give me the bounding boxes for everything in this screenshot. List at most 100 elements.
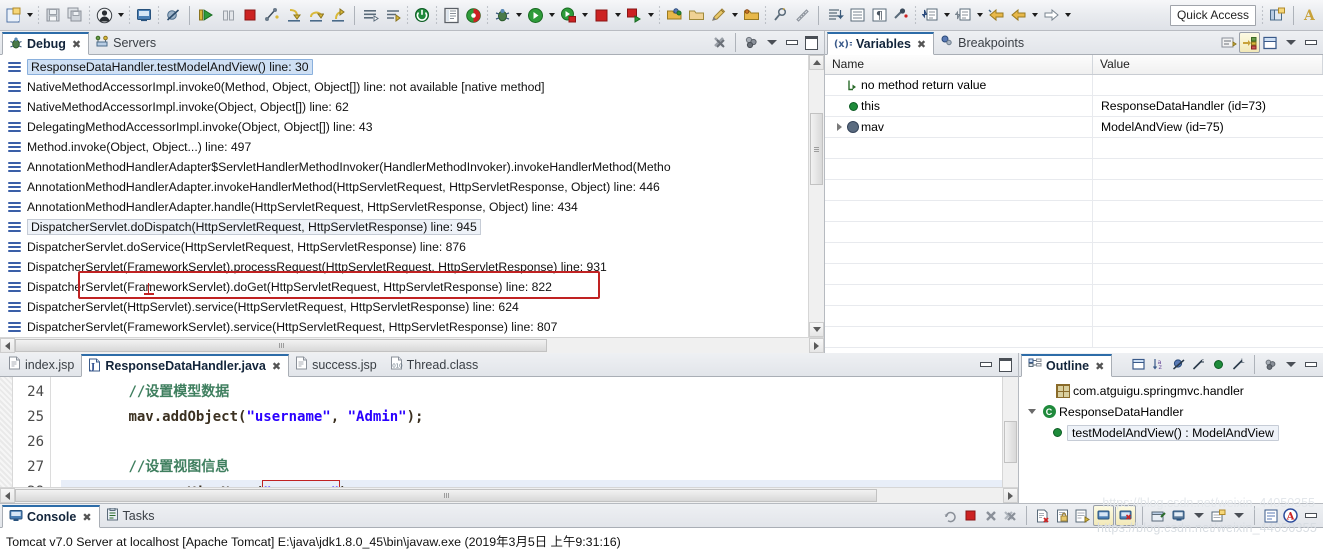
outline-item-package[interactable]: com.atguigu.springmvc.handler xyxy=(1019,380,1323,401)
minimize-icon[interactable] xyxy=(1301,355,1320,374)
tab-breakpoints[interactable]: Breakpoints xyxy=(934,31,1031,54)
tab-success-jsp[interactable]: success.jsp xyxy=(289,353,384,376)
stack-frames-list[interactable]: ResponseDataHandler.testModelAndView() l… xyxy=(0,55,808,337)
column-header-value[interactable]: Value xyxy=(1093,55,1323,74)
publish-dropdown-icon[interactable] xyxy=(645,4,656,26)
publish-icon[interactable] xyxy=(623,4,645,26)
open-folder-icon[interactable] xyxy=(685,4,707,26)
remove-all-launches-icon[interactable] xyxy=(1001,506,1020,525)
code-line[interactable]: //设置视图信息 xyxy=(61,455,1002,480)
next-edit-dropdown-icon[interactable] xyxy=(941,4,952,26)
skip-breakpoints-icon[interactable] xyxy=(162,4,184,26)
use-step-filters-icon[interactable] xyxy=(382,4,404,26)
ruler-icon[interactable] xyxy=(791,4,813,26)
show-detail-pane-icon[interactable] xyxy=(1261,33,1280,52)
tab-debug[interactable]: Debug ✖ xyxy=(2,32,90,55)
code-line[interactable] xyxy=(61,430,1002,455)
minimize-icon[interactable] xyxy=(1301,33,1320,52)
stack-frame-row[interactable]: AnnotationMethodHandlerAdapter.handle(Ht… xyxy=(0,197,808,217)
new-file-icon[interactable] xyxy=(2,4,24,26)
quick-access-input[interactable]: Quick Access xyxy=(1169,4,1256,26)
scroll-thumb[interactable] xyxy=(15,339,547,352)
remove-launch-icon[interactable] xyxy=(981,506,1000,525)
search-icon[interactable] xyxy=(769,4,791,26)
hide-static-icon[interactable]: s xyxy=(1189,355,1208,374)
forward-icon[interactable] xyxy=(1040,4,1062,26)
prev-list-icon[interactable] xyxy=(846,4,868,26)
next-edit-icon[interactable] xyxy=(919,4,941,26)
stack-frame-row[interactable]: DelegatingMethodAccessorImpl.invoke(Obje… xyxy=(0,117,808,137)
run-server-dropdown-icon[interactable] xyxy=(579,4,590,26)
stack-frame-row[interactable]: DispatcherServlet(FrameworkServlet).doGe… xyxy=(0,277,808,297)
stack-frame-row[interactable]: DispatcherServlet.doService(HttpServletR… xyxy=(0,237,808,257)
open-type-icon[interactable] xyxy=(663,4,685,26)
external-tools-icon[interactable] xyxy=(890,4,912,26)
view-options-icon[interactable] xyxy=(742,33,761,52)
scroll-thumb[interactable] xyxy=(810,113,823,185)
debug-tabstrip[interactable]: Debug ✖ Servers xyxy=(0,31,824,55)
tab-tasks[interactable]: Tasks xyxy=(100,504,162,527)
scroll-track[interactable] xyxy=(15,488,1003,503)
annotation-ruler[interactable] xyxy=(0,377,13,487)
terminal-icon[interactable] xyxy=(133,4,155,26)
tab-servers[interactable]: Servers xyxy=(89,31,163,54)
pilcrow-icon[interactable]: ¶ xyxy=(868,4,890,26)
minimize-icon[interactable] xyxy=(976,355,995,374)
maximize-icon[interactable] xyxy=(802,33,821,52)
stack-frame-row-dodispatch[interactable]: DispatcherServlet.doDispatch(HttpServlet… xyxy=(0,217,808,237)
next-annotation-icon[interactable] xyxy=(824,4,846,26)
tab-variables[interactable]: (x)= Variables ✖ xyxy=(827,32,935,55)
stack-frame-row[interactable]: DispatcherServlet(FrameworkServlet).serv… xyxy=(0,317,808,337)
java-perspective-icon[interactable]: A xyxy=(1299,4,1321,26)
stack-frame-row[interactable]: AnnotationMethodHandlerAdapter.invokeHan… xyxy=(0,177,808,197)
suspend-icon[interactable] xyxy=(217,4,239,26)
outline-tree[interactable]: com.atguigu.springmvc.handler C Response… xyxy=(1019,377,1323,443)
step-into-icon[interactable] xyxy=(283,4,305,26)
run-dropdown-icon[interactable] xyxy=(546,4,557,26)
step-return-icon[interactable] xyxy=(327,4,349,26)
tab-responsedatahandler-java[interactable]: J ResponseDataHandler.java ✖ xyxy=(81,354,290,377)
scroll-left-button[interactable] xyxy=(0,338,15,353)
forward-dropdown-icon[interactable] xyxy=(1062,4,1073,26)
view-menu-icon[interactable] xyxy=(1281,33,1300,52)
column-header-name[interactable]: Name xyxy=(825,55,1093,74)
main-toolbar[interactable]: ¶ Quick Access A xyxy=(0,0,1323,31)
clear-console-icon[interactable] xyxy=(1033,506,1052,525)
stack-frame-row[interactable]: Method.invoke(Object, Object...) line: 4… xyxy=(0,137,808,157)
stack-frame-row[interactable]: DispatcherServlet(HttpServlet).service(H… xyxy=(0,297,808,317)
hide-nonpublic-icon[interactable] xyxy=(1209,355,1228,374)
debug-horizontal-scrollbar[interactable] xyxy=(0,337,824,353)
terminate-icon[interactable] xyxy=(961,506,980,525)
tab-thread-class[interactable]: 010 Thread.class xyxy=(384,353,486,376)
stop-dropdown-icon[interactable] xyxy=(612,4,623,26)
resume-icon[interactable] xyxy=(195,4,217,26)
stack-frame-row[interactable]: NativeMethodAccessorImpl.invoke(Object, … xyxy=(0,97,808,117)
coverage-icon[interactable] xyxy=(462,4,484,26)
stack-frame-row[interactable]: ResponseDataHandler.testModelAndView() l… xyxy=(0,57,808,77)
sort-icon[interactable]: az xyxy=(1149,355,1168,374)
editor-horizontal-scrollbar[interactable] xyxy=(0,487,1018,503)
hide-local-types-icon[interactable]: L xyxy=(1229,355,1248,374)
stack-frame-row[interactable]: DispatcherServlet(FrameworkServlet).proc… xyxy=(0,257,808,277)
hide-fields-icon[interactable] xyxy=(1169,355,1188,374)
code-editor[interactable]: 24 25 26 27 28 //设置模型数据 mav.addObject("u… xyxy=(0,377,1018,487)
user-dropdown-icon[interactable] xyxy=(115,4,126,26)
back-dropdown-icon[interactable] xyxy=(1029,4,1040,26)
remove-all-terminated-icon[interactable] xyxy=(710,33,729,52)
collapse-all-icon[interactable] xyxy=(1129,355,1148,374)
variables-tabstrip[interactable]: (x)= Variables ✖ Breakpoints xyxy=(825,31,1323,55)
tab-console[interactable]: Console ✖ xyxy=(2,505,100,528)
stack-frame-row[interactable]: NativeMethodAccessorImpl.invoke0(Method,… xyxy=(0,77,808,97)
focus-icon[interactable] xyxy=(1261,355,1280,374)
disconnect-icon[interactable] xyxy=(261,4,283,26)
scroll-right-button[interactable] xyxy=(809,338,824,353)
relaunch-icon[interactable] xyxy=(941,506,960,525)
previous-edit-dropdown-icon[interactable] xyxy=(974,4,985,26)
maximize-icon[interactable] xyxy=(996,355,1015,374)
close-icon[interactable]: ✖ xyxy=(272,360,281,373)
tab-index-jsp[interactable]: index.jsp xyxy=(2,353,81,376)
debug-view-toolbar[interactable] xyxy=(710,31,824,54)
run-server-icon[interactable] xyxy=(557,4,579,26)
expander-icon[interactable] xyxy=(833,123,845,131)
debug-vertical-scrollbar[interactable] xyxy=(808,55,824,337)
